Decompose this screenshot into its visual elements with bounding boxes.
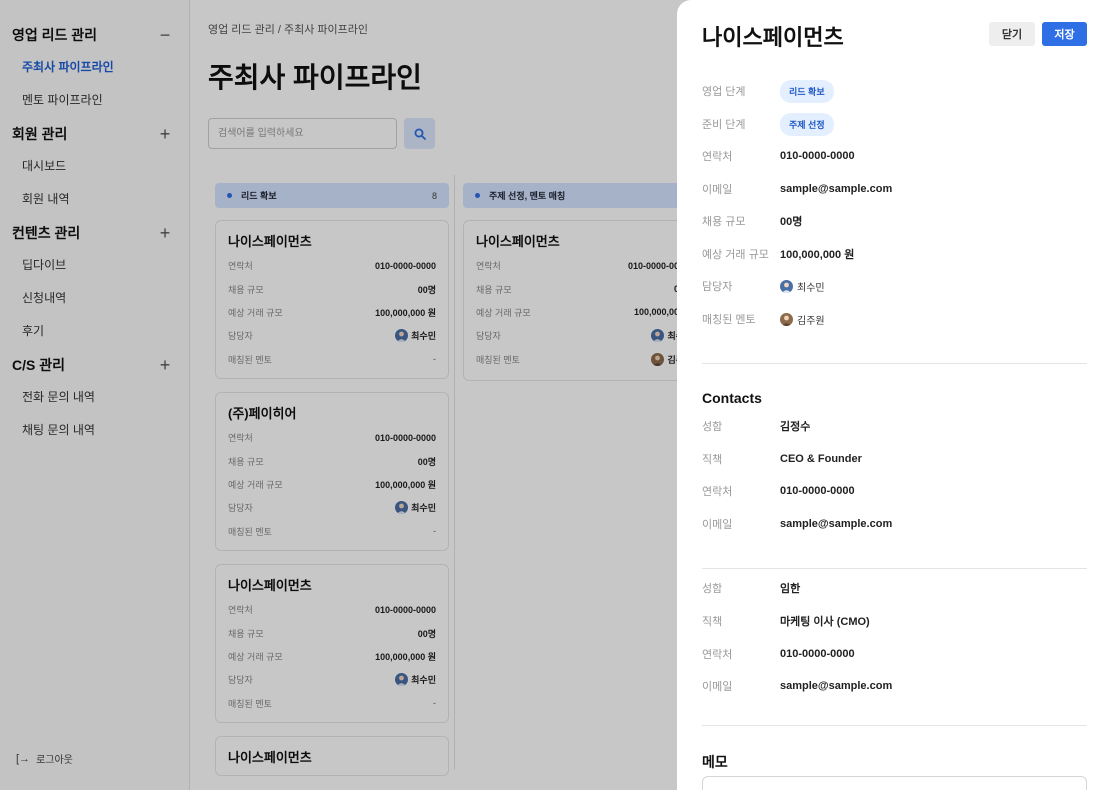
field-label: 이메일 [702, 519, 733, 531]
field-value[interactable]: 010-0000-0000 [780, 648, 855, 660]
field-label: 직책 [702, 616, 723, 628]
drawer-title: 나이스페이먼츠 [702, 25, 844, 50]
field-value[interactable]: 100,000,000 원 [780, 246, 854, 262]
section-divider [702, 725, 1087, 726]
field-phone: 연락처 010-0000-0000 [702, 144, 855, 168]
field-value[interactable]: 최수민 [780, 279, 825, 294]
field-hiring: 채용 규모 00명 [702, 209, 802, 233]
field-label: 이메일 [702, 681, 733, 693]
contact-name: 성함 김정수 [702, 414, 810, 438]
field-label: 연락처 [702, 486, 733, 498]
contact-email: 이메일 sample@sample.com [702, 674, 892, 698]
field-email: 이메일 sample@sample.com [702, 177, 892, 201]
field-prep-stage: 준비 단계 주제 선정 [702, 112, 834, 136]
avatar [780, 279, 793, 293]
field-value[interactable]: 00명 [780, 213, 802, 229]
memo-textarea[interactable] [702, 776, 1087, 790]
field-label: 채용 규모 [702, 216, 746, 228]
field-value[interactable]: 010-0000-0000 [780, 150, 855, 162]
field-label: 매칭된 멘토 [702, 314, 756, 326]
manager-name: 최수민 [797, 282, 825, 294]
contacts-title: Contacts [702, 390, 762, 406]
section-divider [702, 363, 1087, 364]
field-value[interactable]: 임한 [780, 580, 800, 596]
contact-role: 직책 마케팅 이사 (CMO) [702, 609, 870, 633]
contact-role: 직책 CEO & Founder [702, 447, 862, 471]
avatar [780, 312, 793, 326]
field-sales-stage: 영업 단계 리드 확보 [702, 79, 834, 103]
save-button[interactable]: 저장 [1042, 22, 1087, 46]
memo-title: 메모 [702, 754, 728, 770]
prep-stage-tag[interactable]: 주제 선정 [780, 112, 834, 136]
contact-email: 이메일 sample@sample.com [702, 512, 892, 536]
field-value[interactable]: 김주원 [780, 312, 825, 327]
field-value[interactable]: sample@sample.com [780, 518, 892, 530]
field-label: 직책 [702, 454, 723, 466]
field-value[interactable]: CEO & Founder [780, 453, 862, 465]
field-label: 예상 거래 규모 [702, 249, 769, 261]
field-value[interactable]: 김정수 [780, 418, 810, 434]
contact-phone: 연락처 010-0000-0000 [702, 642, 855, 666]
field-label: 이메일 [702, 184, 733, 196]
field-label: 영업 단계 [702, 86, 746, 98]
field-value[interactable]: 010-0000-0000 [780, 485, 855, 497]
contact-name: 성함 임한 [702, 576, 800, 600]
field-label: 성함 [702, 421, 723, 433]
field-mentor: 매칭된 멘토 김주원 [702, 307, 825, 331]
field-manager: 담당자 최수민 [702, 274, 825, 298]
mentor-name: 김주원 [797, 315, 825, 327]
field-label: 연락처 [702, 151, 733, 163]
field-label: 준비 단계 [702, 119, 746, 131]
field-label: 연락처 [702, 649, 733, 661]
field-label: 성함 [702, 583, 723, 595]
close-button[interactable]: 닫기 [989, 22, 1035, 46]
sales-stage-tag[interactable]: 리드 확보 [780, 79, 834, 103]
field-deal: 예상 거래 규모 100,000,000 원 [702, 242, 854, 266]
field-value[interactable]: sample@sample.com [780, 680, 892, 692]
field-value[interactable]: 마케팅 이사 (CMO) [780, 613, 870, 629]
contact-phone: 연락처 010-0000-0000 [702, 479, 855, 503]
detail-drawer: 나이스페이먼츠 닫기 저장 영업 단계 리드 확보 준비 단계 주제 선정 연락… [677, 0, 1107, 790]
field-value[interactable]: sample@sample.com [780, 183, 892, 195]
field-label: 담당자 [702, 281, 733, 293]
section-divider [702, 568, 1087, 569]
